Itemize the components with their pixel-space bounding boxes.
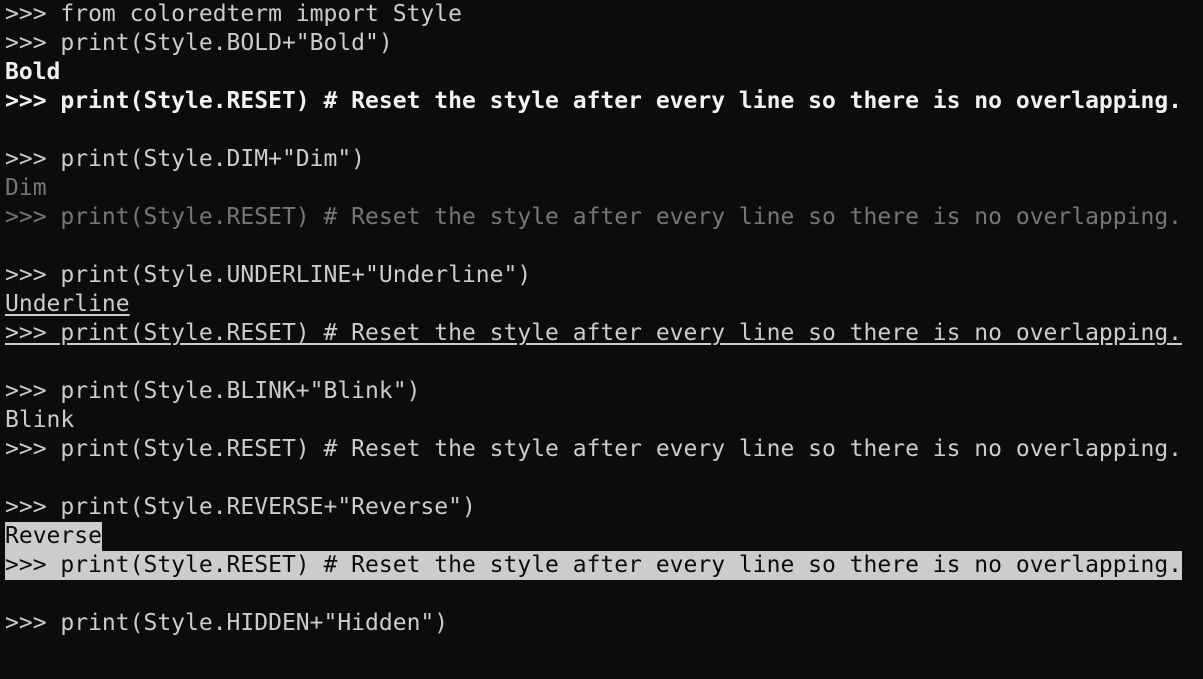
terminal-line: >>> print(Style.RESET) # Reset the style…: [5, 204, 1183, 230]
terminal-line: >>> print(Style.RESET) # Reset the style…: [5, 436, 1183, 462]
terminal-line: >>> print(Style.BOLD+"Bold"): [5, 30, 393, 56]
terminal-line: >>> print(Style.RESET) # Reset the style…: [5, 551, 1183, 580]
terminal-line: Reverse: [5, 522, 102, 551]
terminal-line: >>> print(Style.REVERSE+"Reverse"): [5, 494, 476, 520]
terminal-line: >>> print(Style.RESET) # Reset the style…: [5, 88, 1183, 114]
terminal-line: Blink: [5, 407, 75, 433]
terminal-line: Underline: [5, 291, 130, 317]
terminal-line: Bold: [5, 59, 61, 85]
terminal-line: >>> print(Style.BLINK+"Blink"): [5, 378, 421, 404]
terminal-line: >>> print(Style.RESET) # Reset the style…: [5, 320, 1183, 346]
terminal-line: Dim: [5, 175, 47, 201]
terminal-line: >>> print(Style.HIDDEN+"Hidden"): [5, 610, 449, 636]
terminal-window[interactable]: >>> from coloredterm import Style >>> pr…: [0, 0, 1203, 679]
terminal-line: >>> print(Style.UNDERLINE+"Underline"): [5, 262, 532, 288]
terminal-line: >>> from coloredterm import Style: [5, 1, 462, 27]
terminal-line: >>> print(Style.DIM+"Dim"): [5, 146, 366, 172]
